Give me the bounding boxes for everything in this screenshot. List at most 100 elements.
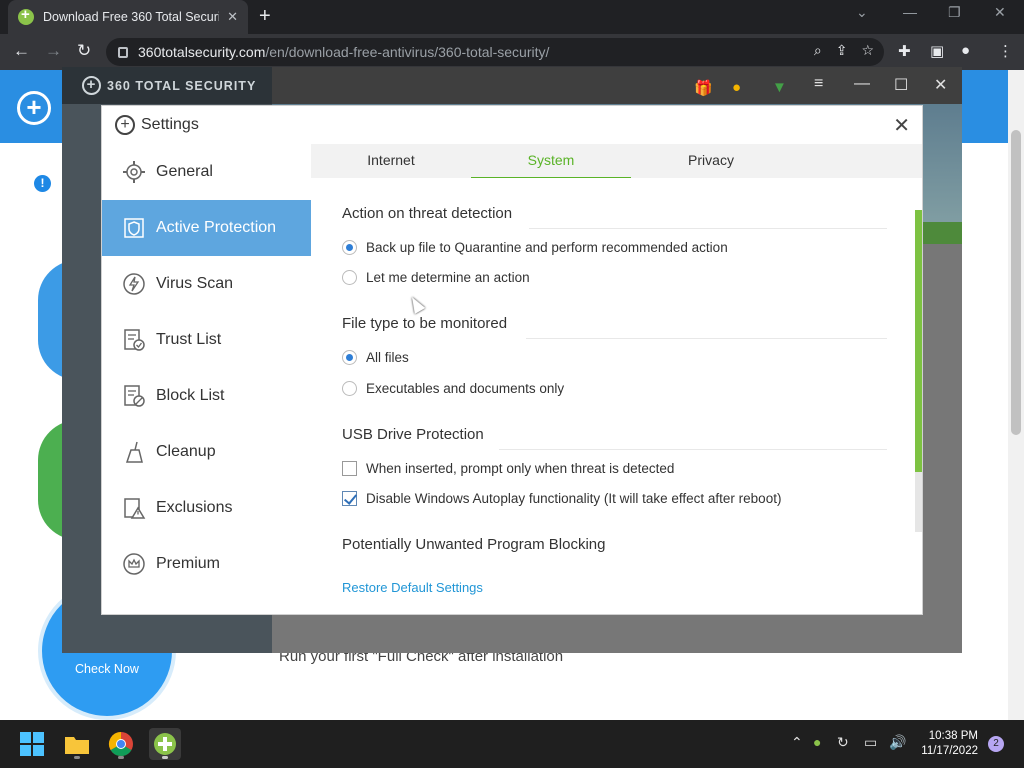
tray-sync-icon[interactable]: ↻ [837,734,849,751]
option-label: Back up file to Quarantine and perform r… [366,240,728,255]
tab-title: Download Free 360 Total Security [43,10,220,24]
gift-icon[interactable]: 🎁 [694,79,713,97]
check-now-label: Check Now [75,662,139,676]
nav-item-premium[interactable]: Premium [102,536,311,592]
tray-360-icon[interactable]: ● [813,734,821,750]
nav-item-virus-scan[interactable]: Virus Scan [102,256,311,312]
radio-unselected[interactable] [342,270,357,285]
option-label: Disable Windows Autoplay functionality (… [366,491,782,506]
shirt-icon[interactable]: ▼ [772,79,787,96]
radio-selected[interactable] [342,240,357,255]
trust-list-icon [124,329,145,351]
start-button[interactable] [16,728,48,760]
dialog-close-button[interactable]: ✕ [893,113,910,138]
profile-icon[interactable]: ● [961,42,970,59]
scrollbar-thumb[interactable] [915,210,922,472]
address-bar[interactable]: 360totalsecurity.com/en/download-free-an… [106,38,884,66]
section-title-pup: Potentially Unwanted Program Blocking [342,536,606,553]
site-favicon-icon [18,6,34,25]
tab-close-icon[interactable]: ✕ [227,9,238,25]
warning-icon [124,498,146,519]
checkbox-unchecked[interactable] [342,461,357,476]
notification-badge[interactable]: 2 [988,736,1004,752]
page-scrollbar[interactable] [1008,70,1024,720]
option-all-files[interactable]: All files [342,350,409,365]
settings-logo-icon: + [115,115,135,135]
coin-icon[interactable]: ● [732,79,741,96]
taskbar-file-explorer[interactable] [61,728,93,760]
tab-system[interactable]: System [471,144,631,178]
tray-overflow-icon[interactable]: ⌃ [791,734,803,751]
nav-item-cleanup[interactable]: Cleanup [102,424,311,480]
section-divider [526,338,887,339]
shield-icon [124,218,144,238]
app-menu-icon[interactable]: ≡ [814,75,823,93]
tab-privacy[interactable]: Privacy [631,144,791,178]
tab-internet[interactable]: Internet [311,144,471,178]
radio-selected[interactable] [342,350,357,365]
nav-item-exclusions[interactable]: Exclusions [102,480,311,536]
side-panel-icon[interactable]: ▣ [930,42,944,60]
reload-button[interactable]: ↻ [77,41,91,61]
nav-label: General [156,163,213,180]
new-tab-button[interactable]: + [259,5,271,28]
option-determine-action[interactable]: Let me determine an action [342,270,530,285]
radio-unselected[interactable] [342,381,357,396]
nav-item-general[interactable]: General [102,144,311,200]
section-title-filetype: File type to be monitored [342,315,508,332]
menu-icon[interactable]: ⋮ [998,42,1013,60]
app-brand: + 360 TOTAL SECURITY [62,67,272,104]
option-disable-autoplay[interactable]: Disable Windows Autoplay functionality (… [342,491,781,506]
taskbar-chrome[interactable] [105,728,137,760]
block-list-icon [124,385,145,407]
app-close-button[interactable]: ✕ [934,75,947,95]
nav-item-active-protection[interactable]: Active Protection [102,200,311,256]
system-panel: Action on threat detection Back up file … [311,178,922,578]
checkbox-checked[interactable] [342,491,357,506]
option-executables[interactable]: Executables and documents only [342,381,564,396]
restore-button[interactable]: ❐ [948,4,961,21]
panel-scrollbar[interactable] [915,210,922,532]
option-label: Let me determine an action [366,270,530,285]
windows-icon [20,732,44,756]
settings-tabs: Internet System Privacy [311,144,922,178]
tab-search-icon[interactable]: ⌄ [856,4,868,21]
back-button[interactable]: ← [13,41,30,61]
network-icon[interactable]: ▭ [864,734,877,751]
minimize-button[interactable]: — [903,4,917,20]
dialog-title: Settings [141,116,199,133]
nav-label: Exclusions [156,499,233,516]
nav-label: Active Protection [156,219,277,236]
lock-icon [118,46,128,58]
nav-item-block-list[interactable]: Block List [102,368,311,424]
browser-tab[interactable]: Download Free 360 Total Security ✕ [8,0,248,34]
search-icon[interactable]: ⌕ [814,42,822,59]
section-divider [529,228,887,229]
nav-label: Premium [156,555,221,572]
nav-label: Virus Scan [156,275,234,292]
close-window-button[interactable]: ✕ [994,4,1006,21]
app-minimize-button[interactable]: — [854,75,870,93]
restore-defaults-link[interactable]: Restore Default Settings [342,580,483,595]
app-maximize-button[interactable]: ☐ [894,75,908,95]
option-usb-prompt[interactable]: When inserted, prompt only when threat i… [342,461,674,476]
lightning-icon [123,273,145,295]
share-icon[interactable]: ⇪ [836,42,848,59]
url-path: /en/download-free-antivirus/360-total-se… [265,44,550,60]
section-title-usb: USB Drive Protection [342,426,484,443]
broom-icon [125,441,143,463]
taskbar-360-total-security[interactable] [149,728,181,760]
option-quarantine[interactable]: Back up file to Quarantine and perform r… [342,240,728,255]
app-titlebar: + 360 TOTAL SECURITY 🎁 ● ▼ ≡ — ☐ ✕ [62,67,962,104]
settings-content: Internet System Privacy Action on threat… [311,144,922,614]
clock[interactable]: 10:38 PM 11/17/2022 [918,729,978,759]
forward-button[interactable]: → [45,41,62,61]
bookmark-star-icon[interactable]: ☆ [861,42,874,59]
section-title-threat: Action on threat detection [342,205,513,222]
volume-icon[interactable]: 🔊 [889,734,906,751]
settings-nav: General Active Protection Virus Scan Tru… [102,144,311,614]
nav-item-trust-list[interactable]: Trust List [102,312,311,368]
page-logo-icon[interactable]: + [17,91,51,125]
extensions-icon[interactable]: ✚ [898,42,911,60]
clock-time: 10:38 PM [928,730,978,742]
